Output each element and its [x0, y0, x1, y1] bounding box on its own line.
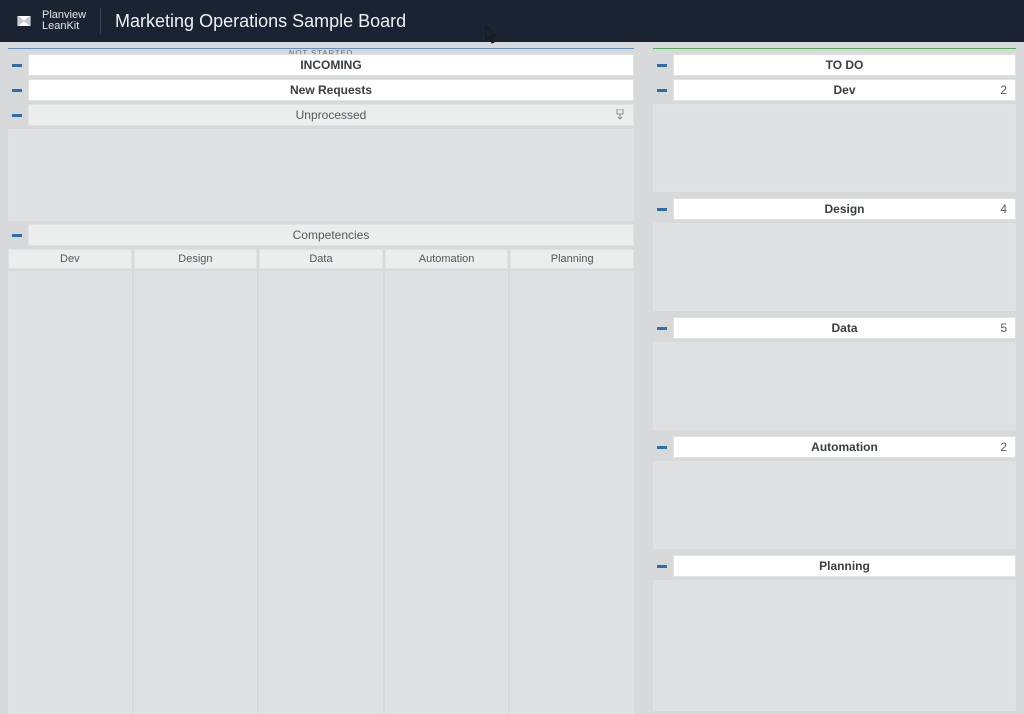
col-body-automation[interactable] [385, 271, 509, 714]
top-bar: Planview LeanKit Marketing Operations Sa… [0, 0, 1024, 42]
lane-body-automation[interactable] [653, 461, 1016, 549]
lane-label: Planning [819, 559, 870, 573]
collapse-toggle-competencies[interactable] [8, 224, 26, 246]
lane-header-data: Data 5 [653, 317, 1016, 339]
phase-bar-not-started: NOT STARTED [0, 42, 642, 54]
competency-column-headers: Dev Design Data Automation Planning [8, 249, 634, 269]
col-head-planning[interactable]: Planning [510, 249, 634, 269]
lane-title-to-do[interactable]: TO DO [673, 54, 1016, 76]
sublane-planning: Planning [645, 555, 1024, 711]
sublane-dev: Dev 2 [645, 79, 1024, 195]
lane-title-data[interactable]: Data 5 [673, 317, 1016, 339]
lane-header-competencies: Competencies [8, 224, 634, 246]
lane-label: Unprocessed [296, 108, 367, 122]
brand-text: Planview LeanKit [42, 10, 86, 32]
collapse-toggle-automation[interactable] [653, 436, 671, 458]
lane-label: Data [831, 321, 857, 335]
collapse-toggle-unprocessed[interactable] [8, 104, 26, 126]
lane-count-data: 5 [1000, 321, 1007, 335]
brand-logo[interactable]: Planview LeanKit [0, 8, 101, 34]
lane-header-unprocessed: Unprocessed [8, 104, 634, 126]
lane-header-planning: Planning [653, 555, 1016, 577]
lane-label: Automation [811, 440, 878, 454]
lane-title-new-requests[interactable]: New Requests [28, 79, 634, 101]
collapse-toggle-data[interactable] [653, 317, 671, 339]
lane-header-new-requests: New Requests [8, 79, 634, 101]
lane-count-design: 4 [1000, 202, 1007, 216]
collapse-toggle-planning[interactable] [653, 555, 671, 577]
planview-logo-icon [14, 11, 34, 31]
lane-count-automation: 2 [1000, 440, 1007, 454]
phase-bar-to-do [645, 42, 1024, 54]
lane-body-planning[interactable] [653, 580, 1016, 711]
lane-title-design[interactable]: Design 4 [673, 198, 1016, 220]
col-body-dev[interactable] [8, 271, 132, 714]
lane-title-automation[interactable]: Automation 2 [673, 436, 1016, 458]
col-body-data[interactable] [259, 271, 383, 714]
lane-body-unprocessed[interactable] [8, 129, 634, 221]
lane-label: Dev [833, 83, 855, 97]
lane-title-incoming[interactable]: INCOMING [28, 54, 634, 76]
competency-column-bodies [8, 271, 634, 714]
lane-header-incoming: INCOMING [8, 54, 634, 76]
collapse-toggle-dev[interactable] [653, 79, 671, 101]
lane-label: Design [824, 202, 864, 216]
lane-header-dev: Dev 2 [653, 79, 1016, 101]
col-body-design[interactable] [134, 271, 258, 714]
collapse-toggle-new-requests[interactable] [8, 79, 26, 101]
lane-title-unprocessed[interactable]: Unprocessed [28, 104, 634, 126]
collapse-toggle-design[interactable] [653, 198, 671, 220]
col-head-data[interactable]: Data [259, 249, 383, 269]
lane-header-automation: Automation 2 [653, 436, 1016, 458]
lane-body-data[interactable] [653, 342, 1016, 430]
lane-header-to-do: TO DO [653, 54, 1016, 76]
col-head-design[interactable]: Design [134, 249, 258, 269]
col-head-automation[interactable]: Automation [385, 249, 509, 269]
sublane-design: Design 4 [645, 198, 1024, 314]
col-body-planning[interactable] [510, 271, 634, 714]
sublane-automation: Automation 2 [645, 436, 1024, 552]
sort-icon[interactable] [615, 109, 625, 121]
lane-title-planning[interactable]: Planning [673, 555, 1016, 577]
lane-header-design: Design 4 [653, 198, 1016, 220]
brand-line2: LeanKit [42, 21, 86, 32]
board-title: Marketing Operations Sample Board [115, 11, 406, 32]
section-not-started: NOT STARTED INCOMING New Requests Unproc… [0, 42, 642, 714]
col-head-dev[interactable]: Dev [8, 249, 132, 269]
collapse-toggle-to-do[interactable] [653, 54, 671, 76]
lane-count-dev: 2 [1000, 83, 1007, 97]
lane-title-dev[interactable]: Dev 2 [673, 79, 1016, 101]
sublane-data: Data 5 [645, 317, 1024, 433]
kanban-board: NOT STARTED INCOMING New Requests Unproc… [0, 42, 1024, 714]
lane-body-dev[interactable] [653, 104, 1016, 192]
collapse-toggle-incoming[interactable] [8, 54, 26, 76]
lane-title-competencies[interactable]: Competencies [28, 224, 634, 246]
section-to-do: TO DO Dev 2 Design 4 [645, 42, 1024, 714]
lane-body-design[interactable] [653, 223, 1016, 311]
